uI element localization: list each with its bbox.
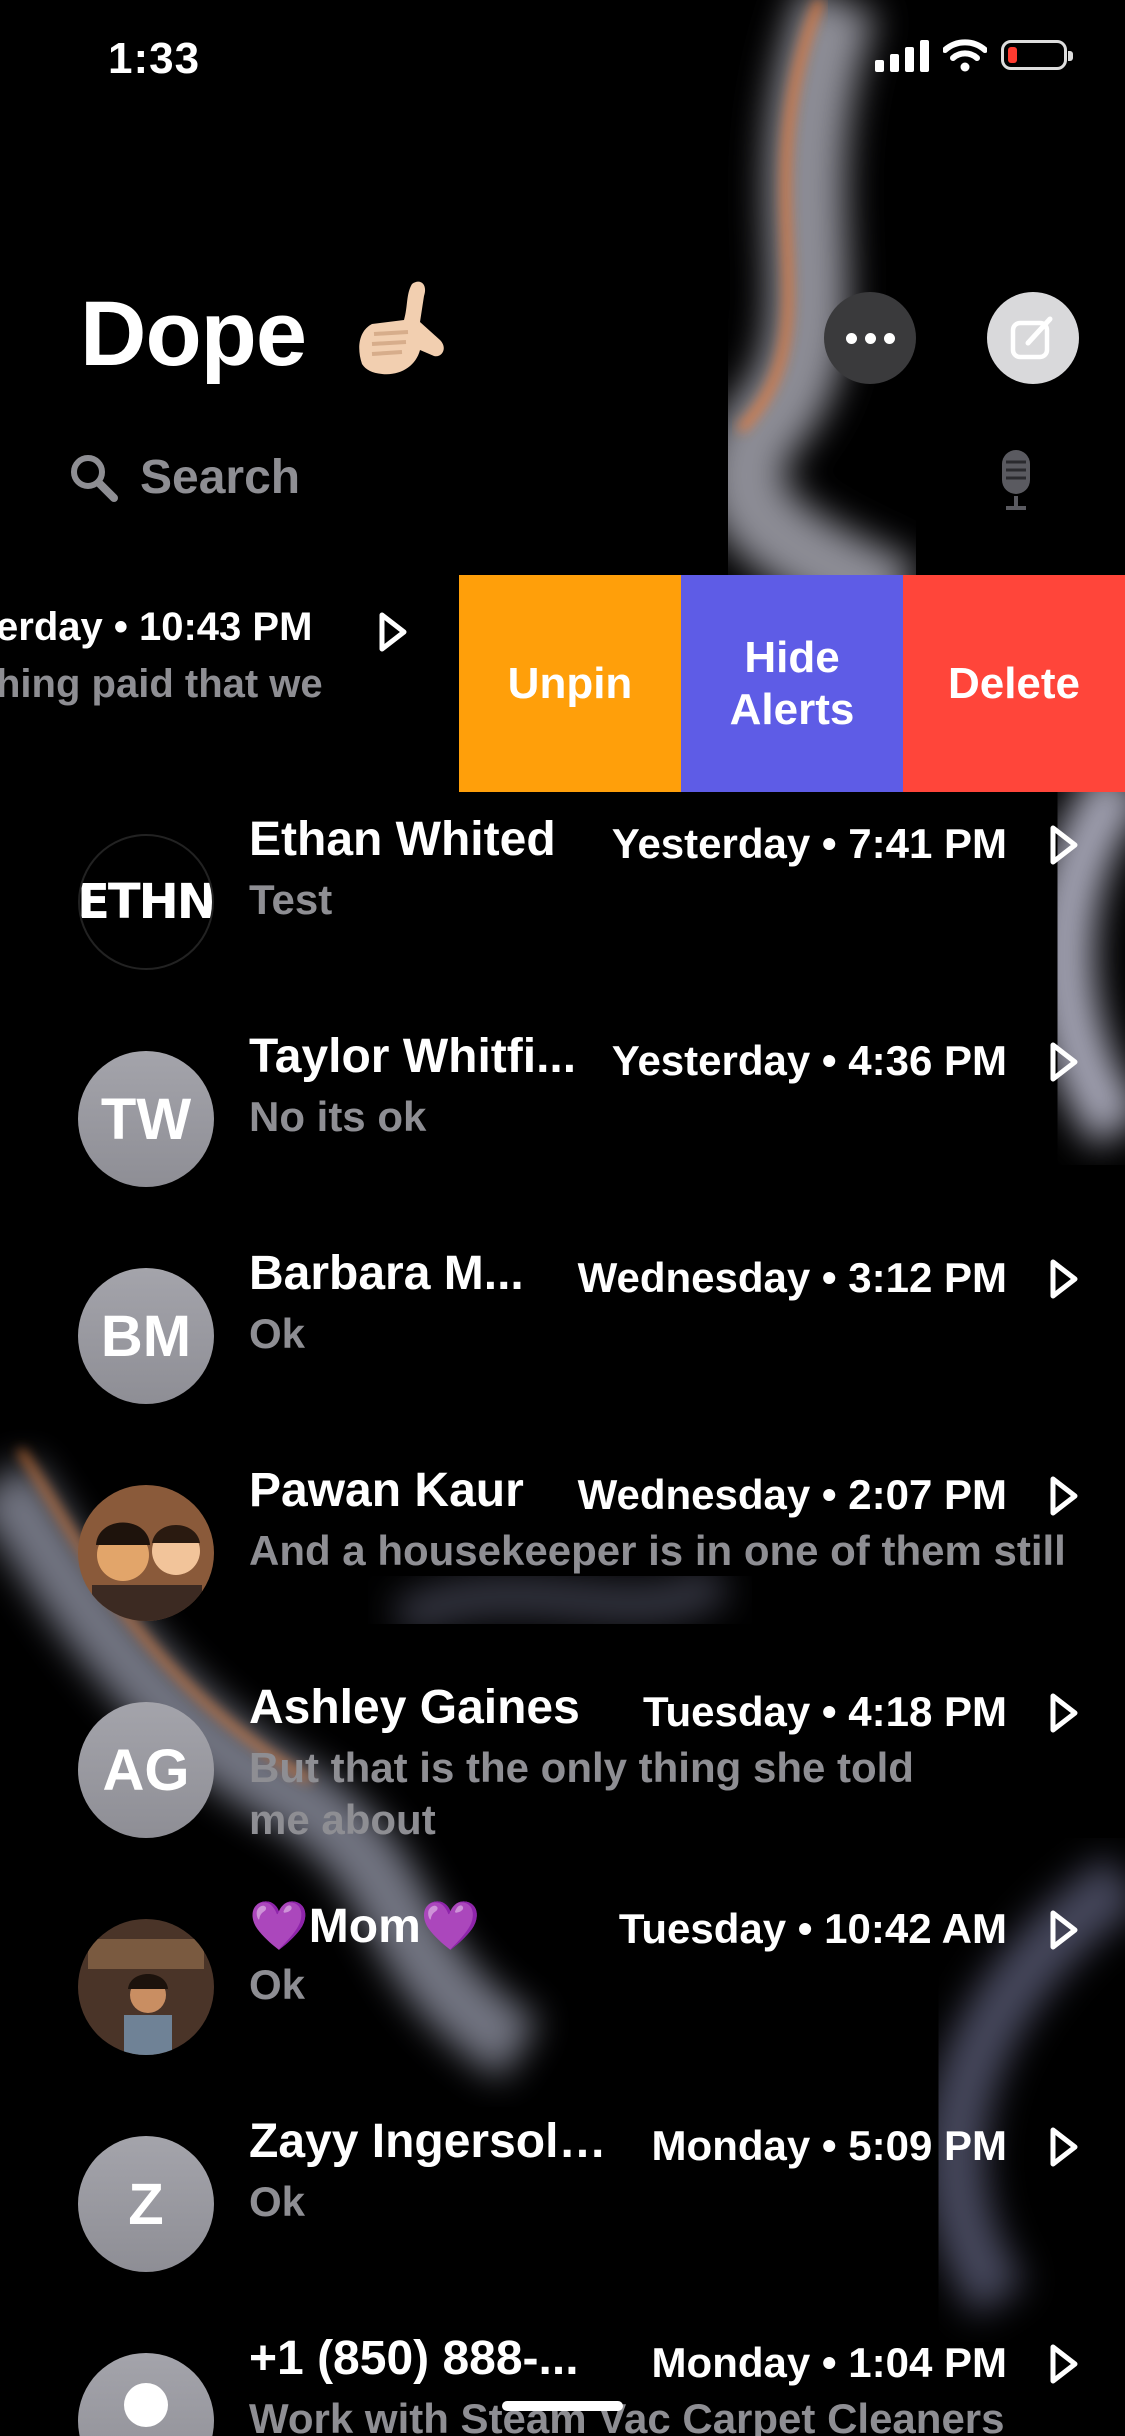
chevron-right-icon bbox=[1050, 2344, 1078, 2384]
avatar: Z bbox=[78, 2136, 214, 2272]
chevron-right-icon bbox=[1050, 2127, 1078, 2167]
pinned-time: erday • 10:43 PM bbox=[0, 605, 313, 649]
message-time: Yesterday • 7:41 PM bbox=[611, 820, 1007, 867]
avatar-photo bbox=[78, 1485, 214, 1621]
message-time: Yesterday • 4:36 PM bbox=[611, 1037, 1007, 1084]
avatar: BM bbox=[78, 1268, 214, 1404]
conversation-row[interactable]: Pawan Kaur Wednesday • 2:07 PM And a hou… bbox=[0, 1443, 1125, 1660]
pinned-preview: hing paid that we bbox=[0, 662, 323, 706]
message-time: Monday • 5:09 PM bbox=[651, 2122, 1007, 2169]
conversation-row[interactable]: +1 (850) 888-... Monday • 1:04 PM Work w… bbox=[0, 2311, 1125, 2436]
conversation-row[interactable]: Z Zayy Ingersoll... Monday • 5:09 PM Ok bbox=[0, 2094, 1125, 2311]
message-time: Tuesday • 4:18 PM bbox=[642, 1688, 1007, 1735]
chevron-right-icon bbox=[1050, 1259, 1078, 1299]
message-preview: And a housekeeper is in one of them stil… bbox=[249, 1527, 1066, 1574]
hide-alerts-button[interactable]: Hide Alerts bbox=[681, 575, 903, 792]
message-preview: Ok bbox=[249, 1310, 306, 1357]
call-me-hand-emoji-icon bbox=[359, 281, 444, 375]
contact-name: Ashley Gaines bbox=[249, 1681, 580, 1734]
chevron-right-icon bbox=[379, 612, 407, 652]
battery-icon bbox=[1001, 40, 1073, 70]
message-time: Monday • 1:04 PM bbox=[651, 2339, 1007, 2386]
avatar: ETHN bbox=[78, 834, 214, 970]
delete-button[interactable]: Delete bbox=[903, 575, 1125, 792]
contact-name: Pawan Kaur bbox=[249, 1464, 524, 1517]
conversation-row[interactable]: AG Ashley Gaines Tuesday • 4:18 PM But t… bbox=[0, 1660, 1125, 1877]
avatar: AG bbox=[78, 1702, 214, 1838]
chevron-right-icon bbox=[1050, 1693, 1078, 1733]
contact-name: 💜Mom💜 bbox=[249, 1900, 481, 1953]
avatar-person-icon bbox=[78, 2353, 214, 2436]
unpin-button[interactable]: Unpin bbox=[459, 575, 681, 792]
hide-alerts-label-line2: Alerts bbox=[729, 684, 855, 734]
conversation-row[interactable]: 💜Mom💜 Tuesday • 10:42 AM Ok bbox=[0, 1877, 1125, 2094]
message-time: Wednesday • 2:07 PM bbox=[577, 1471, 1007, 1518]
compose-icon bbox=[1010, 316, 1053, 360]
contact-name: Taylor Whitfi... bbox=[249, 1030, 577, 1083]
chevron-right-icon bbox=[1050, 1476, 1078, 1516]
message-preview: Work with Steam Vac Carpet Cleaners bbox=[249, 2395, 1005, 2436]
more-options-button[interactable] bbox=[824, 292, 916, 384]
chevron-right-icon bbox=[1050, 825, 1078, 865]
search-input[interactable] bbox=[138, 446, 842, 508]
message-time: Tuesday • 10:42 AM bbox=[618, 1905, 1007, 1952]
conversation-row[interactable]: TW Taylor Whitfi... Yesterday • 4:36 PM … bbox=[0, 1009, 1125, 1226]
microphone-icon[interactable] bbox=[994, 448, 1038, 510]
conversation-row[interactable]: ETHN Ethan Whited Yesterday • 7:41 PM Te… bbox=[0, 792, 1125, 1009]
search-bar[interactable] bbox=[68, 440, 1058, 512]
home-indicator[interactable] bbox=[502, 2401, 623, 2411]
status-time: 1:33 bbox=[108, 34, 201, 83]
message-preview: Ok bbox=[249, 1961, 306, 2008]
conversation-row[interactable]: BM Barbara M... Wednesday • 3:12 PM Ok bbox=[0, 1226, 1125, 1443]
status-bar: 1:33 bbox=[0, 0, 1125, 120]
wifi-icon bbox=[943, 39, 987, 72]
message-preview: Ok bbox=[249, 2178, 306, 2225]
contact-name: Zayy Ingersoll... bbox=[249, 2115, 609, 2168]
contact-name: +1 (850) 888-... bbox=[249, 2332, 579, 2385]
chevron-right-icon bbox=[1050, 1042, 1078, 1082]
compose-button[interactable] bbox=[987, 292, 1079, 384]
pinned-conversation-swiped[interactable]: erday • 10:43 PM hing paid that we Unpin… bbox=[0, 575, 1125, 792]
page-title: Dope bbox=[80, 283, 307, 385]
cellular-signal-icon bbox=[875, 38, 929, 72]
message-preview: But that is the only thing she told me a… bbox=[249, 1744, 914, 1843]
message-preview: Test bbox=[249, 876, 333, 923]
avatar-photo bbox=[78, 1919, 214, 2055]
header: Dope bbox=[80, 270, 1080, 400]
ellipsis-icon bbox=[845, 332, 895, 344]
message-preview: No its ok bbox=[249, 1093, 427, 1140]
chevron-right-icon bbox=[1050, 1910, 1078, 1950]
hide-alerts-label-line1: Hide bbox=[744, 632, 840, 682]
avatar: TW bbox=[78, 1051, 214, 1187]
message-time: Wednesday • 3:12 PM bbox=[577, 1254, 1007, 1301]
search-icon bbox=[71, 455, 118, 502]
contact-name: Barbara M... bbox=[249, 1247, 524, 1300]
contact-name: Ethan Whited bbox=[249, 813, 556, 866]
